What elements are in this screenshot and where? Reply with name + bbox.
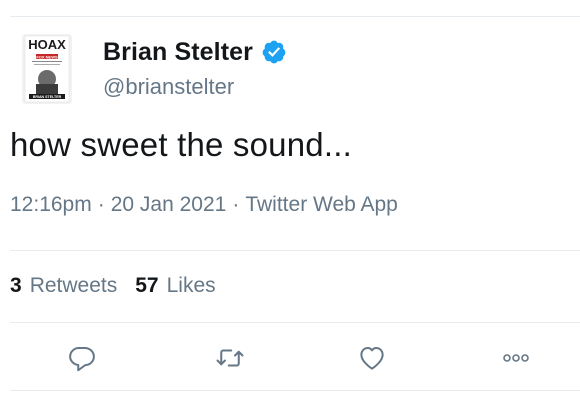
retweet-icon xyxy=(216,349,244,367)
retweet-button[interactable] xyxy=(212,340,248,376)
tweet-text: how sweet the sound... xyxy=(10,126,352,163)
reply-button[interactable] xyxy=(64,340,100,376)
meta-separator: · xyxy=(232,193,240,216)
reply-icon xyxy=(69,347,95,372)
like-button[interactable] xyxy=(354,340,390,376)
divider xyxy=(10,390,580,391)
retweets-count[interactable]: 3 xyxy=(10,274,22,298)
tweet-stats: 3 Retweets 57 Likes xyxy=(10,274,234,298)
avatar-image: HOAX FOX NEWS BRIAN STELTER xyxy=(22,34,72,104)
likes-count[interactable]: 57 xyxy=(135,274,158,298)
name-row: Brian Stelter xyxy=(103,36,287,68)
divider xyxy=(10,250,580,251)
tweet-date[interactable]: 20 Jan 2021 xyxy=(111,193,227,217)
verified-badge-icon xyxy=(261,39,287,65)
like-icon xyxy=(360,347,384,370)
divider xyxy=(10,16,580,17)
tweet-meta: 12:16pm · 20 Jan 2021 · Twitter Web App xyxy=(10,193,398,217)
meta-separator: · xyxy=(97,193,105,216)
avatar-headline: HOAX xyxy=(28,37,66,52)
author-name[interactable]: Brian Stelter xyxy=(103,38,253,67)
more-options-button[interactable] xyxy=(498,340,534,376)
avatar[interactable]: HOAX FOX NEWS BRIAN STELTER xyxy=(22,34,72,104)
avatar-subline: FOX NEWS xyxy=(36,54,58,59)
author-handle[interactable]: @brianstelter xyxy=(103,74,287,100)
author-block: Brian Stelter @brianstelter xyxy=(103,36,287,100)
retweets-label[interactable]: Retweets xyxy=(30,274,118,298)
likes-label[interactable]: Likes xyxy=(167,274,216,298)
action-bar xyxy=(0,336,580,380)
divider xyxy=(10,322,580,323)
avatar-footer: BRIAN STELTER xyxy=(33,95,62,99)
tweet-card: HOAX FOX NEWS BRIAN STELTER Brian Stelte… xyxy=(0,0,580,416)
more-icon xyxy=(503,354,529,362)
tweet-source[interactable]: Twitter Web App xyxy=(245,193,398,217)
tweet-time[interactable]: 12:16pm xyxy=(10,193,92,217)
